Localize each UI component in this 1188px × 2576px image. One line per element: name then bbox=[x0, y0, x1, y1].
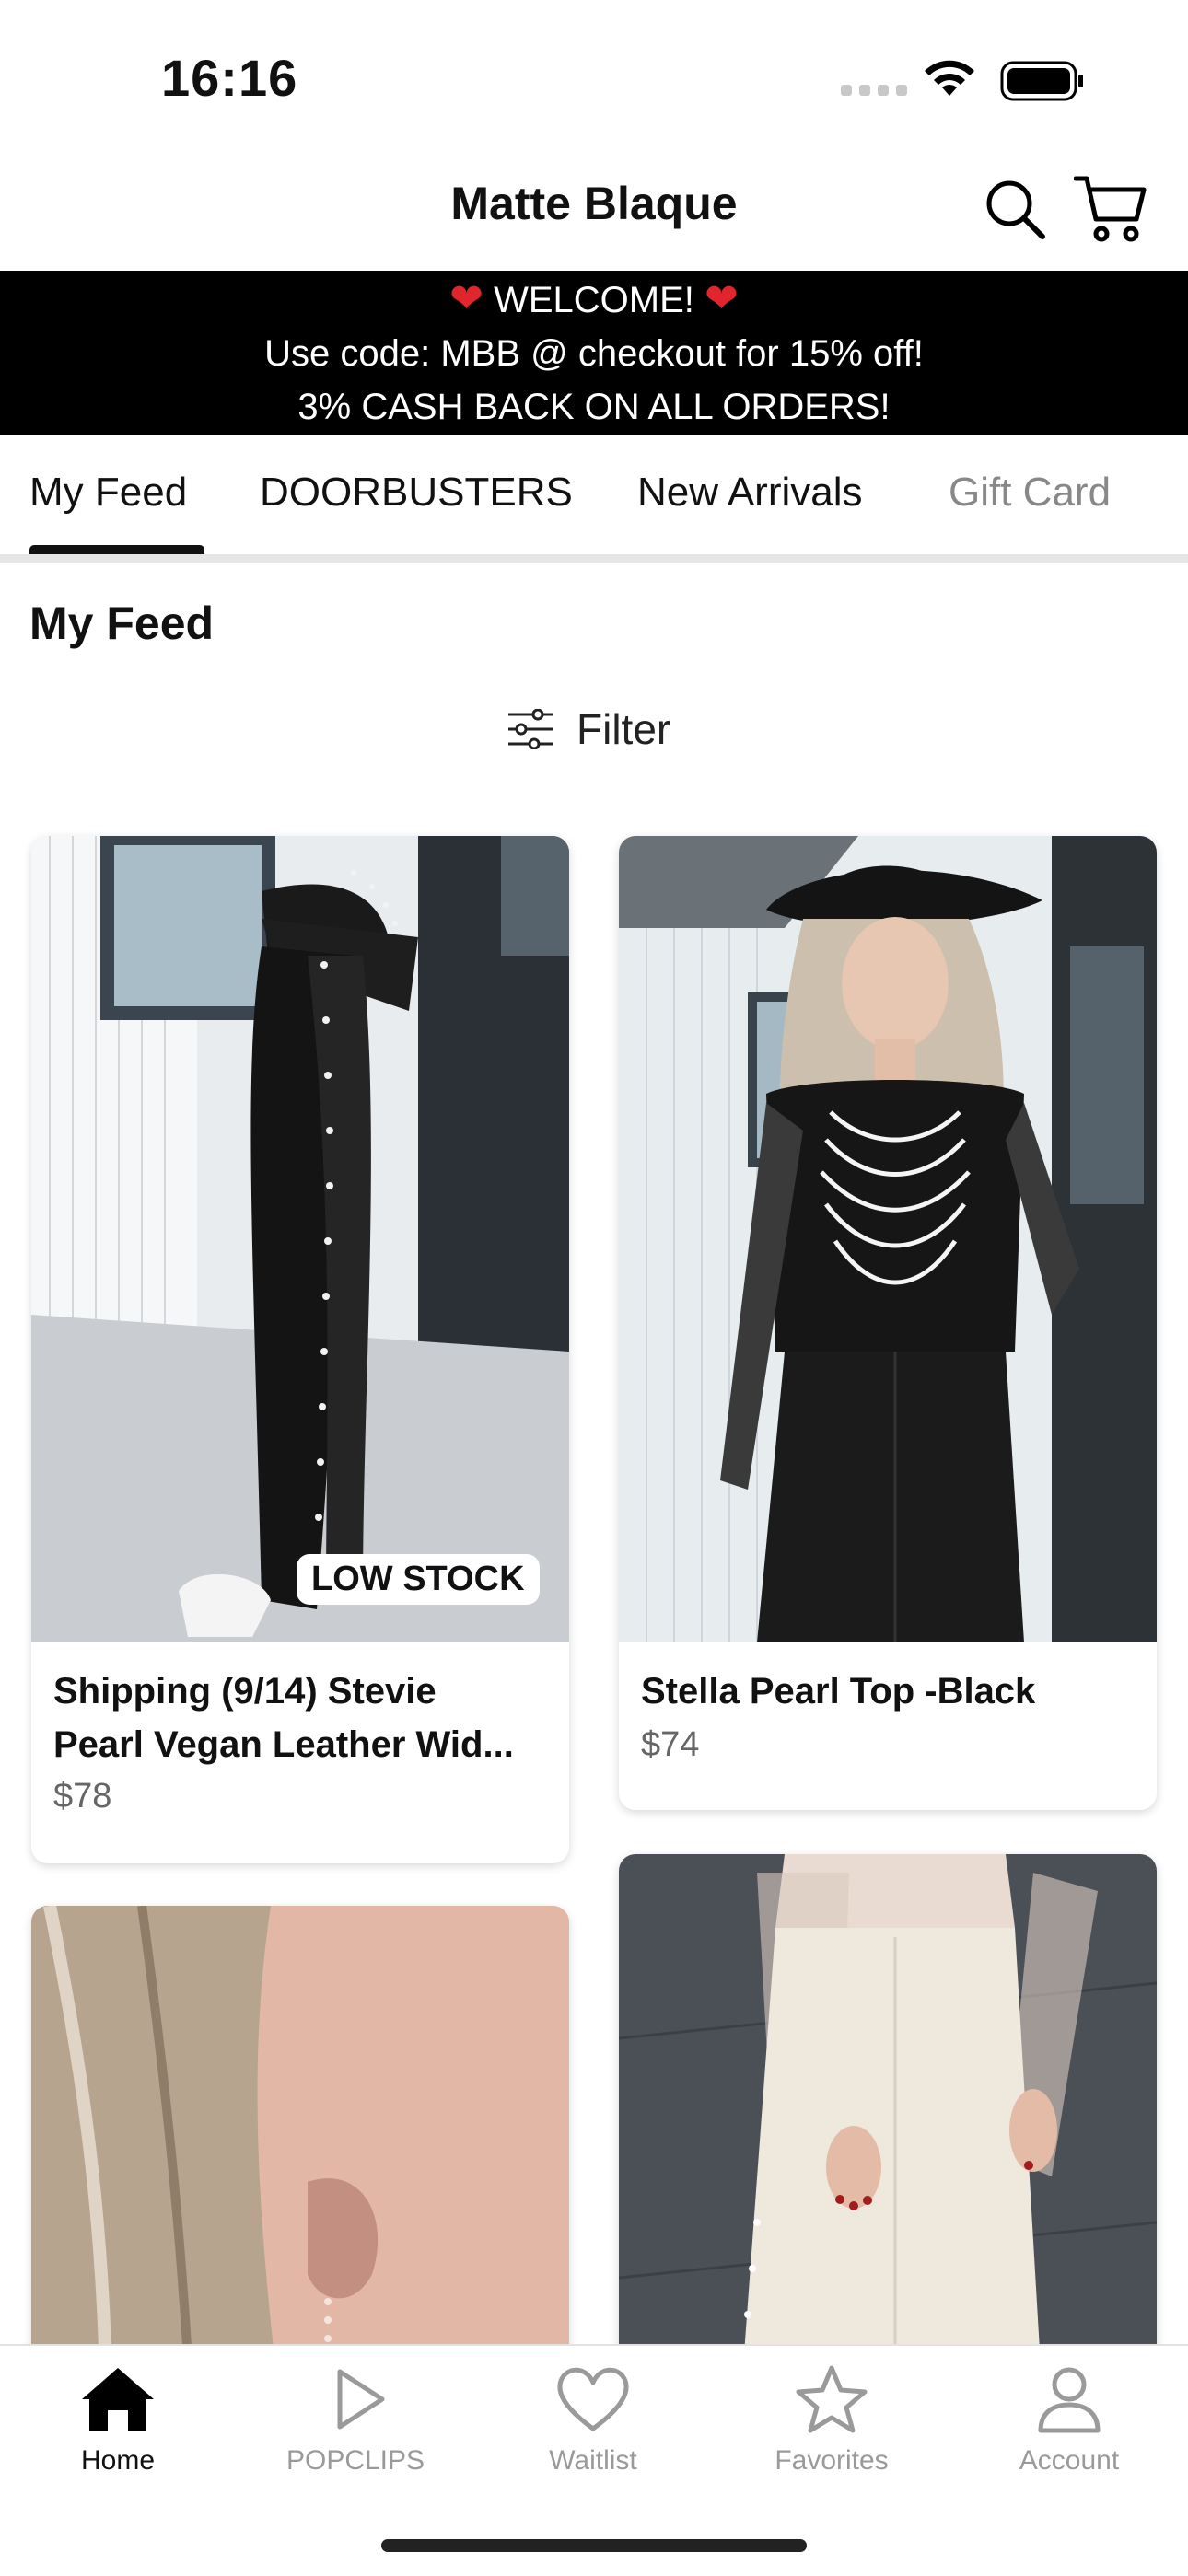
cellular-signal-icon bbox=[841, 85, 907, 96]
product-price: $74 bbox=[641, 1725, 700, 1764]
product-name: Stella Pearl Top -Black bbox=[641, 1671, 1036, 1712]
tab-gift-card[interactable]: Gift Card bbox=[949, 470, 1111, 516]
product-name: Shipping (9/14) Stevie Pearl Vegan Leath… bbox=[53, 1671, 514, 1765]
promo-code-text: Use code: MBB @ checkout for 15% off! bbox=[264, 333, 924, 374]
active-tab-indicator bbox=[29, 545, 204, 554]
heart-emoji-icon: ❤ bbox=[705, 276, 739, 321]
nav-home[interactable]: Home bbox=[26, 2364, 210, 2477]
promo-line-welcome: ❤ WELCOME! ❤ bbox=[0, 273, 1188, 327]
tab-new-arrivals[interactable]: New Arrivals bbox=[637, 470, 863, 516]
search-icon[interactable] bbox=[984, 178, 1046, 240]
person-icon bbox=[1038, 2367, 1101, 2433]
status-bar: 16:16 bbox=[0, 0, 1188, 138]
nav-popclips[interactable]: POPCLIPS bbox=[263, 2364, 448, 2477]
filter-label: Filter bbox=[577, 705, 671, 753]
product-image bbox=[31, 836, 569, 1642]
nav-account[interactable]: Account bbox=[977, 2364, 1161, 2477]
home-indicator[interactable] bbox=[381, 2539, 807, 2552]
cart-icon[interactable] bbox=[1074, 173, 1147, 243]
heart-emoji-icon: ❤ bbox=[449, 276, 483, 321]
nav-popclips-label: POPCLIPS bbox=[285, 2445, 425, 2476]
promo-banner[interactable]: ❤ WELCOME! ❤ Use code: MBB @ checkout fo… bbox=[0, 271, 1188, 435]
nav-waitlist-label: Waitlist bbox=[549, 2445, 637, 2476]
filter-sliders-icon bbox=[508, 709, 553, 749]
promo-cashback-text: 3% CASH BACK ON ALL ORDERS! bbox=[297, 387, 891, 427]
star-icon bbox=[796, 2365, 868, 2433]
app-header: Matte Blaque bbox=[0, 138, 1188, 269]
status-time: 16:16 bbox=[161, 49, 298, 107]
filter-button[interactable]: Filter bbox=[507, 702, 670, 757]
nav-account-label: Account bbox=[1019, 2445, 1120, 2476]
battery-icon bbox=[1000, 61, 1083, 101]
product-image bbox=[619, 836, 1157, 1642]
wifi-icon bbox=[925, 60, 974, 96]
play-icon bbox=[337, 2369, 385, 2430]
heart-icon bbox=[557, 2367, 629, 2431]
tab-doorbusters[interactable]: DOORBUSTERS bbox=[260, 470, 573, 516]
promo-welcome-text: WELCOME! bbox=[494, 280, 694, 320]
nav-favorites[interactable]: Favorites bbox=[740, 2364, 924, 2477]
nav-waitlist[interactable]: Waitlist bbox=[501, 2364, 685, 2477]
nav-favorites-label: Favorites bbox=[775, 2445, 889, 2476]
section-title: My Feed bbox=[29, 598, 215, 649]
product-price: $78 bbox=[53, 1777, 112, 1816]
home-icon bbox=[82, 2368, 154, 2431]
product-card[interactable]: LOW STOCK Shipping (9/14) Stevie Pearl V… bbox=[31, 836, 569, 1863]
product-card[interactable]: Stella Pearl Top -Black $74 bbox=[619, 836, 1157, 1810]
nav-home-label: Home bbox=[80, 2445, 156, 2476]
tab-scroll-fade bbox=[1114, 436, 1188, 554]
tab-my-feed[interactable]: My Feed bbox=[29, 470, 187, 516]
low-stock-badge: LOW STOCK bbox=[297, 1554, 540, 1605]
category-tabs: My Feed DOORBUSTERS New Arrivals Gift Ca… bbox=[0, 436, 1188, 563]
